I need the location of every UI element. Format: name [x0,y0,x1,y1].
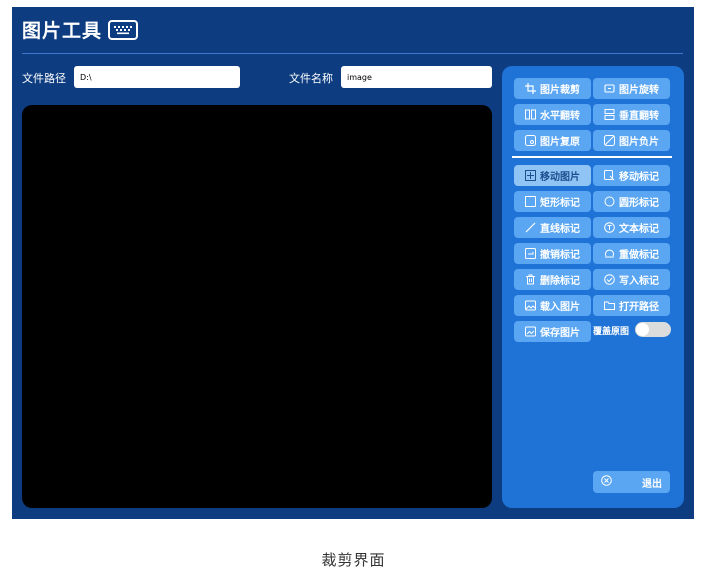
toggle-knob [636,323,649,336]
move-icon [525,170,536,181]
cursor-select-icon [604,170,615,181]
save-image-button[interactable]: 保存图片 [514,321,591,342]
tool-panel: 图片裁剪 图片旋转 水平翻转 垂直翻转 图片复原 图片负片 移动图片 移动标记 … [502,66,684,508]
panel-separator [512,156,672,158]
text-mark-label: 文本标记 [619,224,659,235]
flip-horizontal-label: 水平翻转 [540,111,580,122]
keyboard-icon [108,19,139,40]
name-label: 文件名称 [289,72,333,85]
circle-mark-button[interactable]: 圆形标记 [593,191,670,212]
undo-mark-label: 撤销标记 [540,250,580,261]
rect-mark-button[interactable]: 矩形标记 [514,191,591,212]
load-image-label: 载入图片 [540,302,580,313]
line-mark-label: 直线标记 [540,224,580,235]
undo-icon [525,248,536,259]
move-image-label: 移动图片 [540,172,580,183]
rectangle-icon [525,196,536,207]
app-title: 图片工具 [22,16,139,43]
flip-horizontal-button[interactable]: 水平翻转 [514,104,591,125]
trash-icon [525,274,536,285]
save-image-icon [525,326,536,337]
overwrite-toggle[interactable] [635,322,671,337]
negative-icon [604,135,615,146]
flip-vertical-button[interactable]: 垂直翻转 [593,104,670,125]
move-mark-button[interactable]: 移动标记 [593,165,670,186]
crop-icon [525,83,536,94]
path-input[interactable] [74,66,240,88]
app-title-text: 图片工具 [22,20,103,42]
name-input[interactable] [341,66,492,88]
circle-icon [604,196,615,207]
rotate-label: 图片旋转 [619,85,659,96]
rotate-icon [604,83,615,94]
image-canvas[interactable] [22,105,492,508]
figure-caption: 裁剪界面 [321,551,386,569]
redo-mark-label: 重做标记 [619,250,659,261]
rect-mark-label: 矩形标记 [540,198,580,209]
exit-button[interactable]: 退出 [593,471,670,493]
app-window: 图片工具 文件路径 文件名称 图片裁剪 图片旋转 水平翻转 [12,7,694,519]
save-image-label: 保存图片 [540,328,580,339]
check-circle-icon [604,274,615,285]
folder-icon [604,300,615,311]
delete-mark-label: 删除标记 [540,276,580,287]
crop-label: 图片裁剪 [540,85,580,96]
close-circle-icon [601,475,612,489]
text-icon [604,222,615,233]
flip-vertical-label: 垂直翻转 [619,111,659,122]
redo-mark-button[interactable]: 重做标记 [593,243,670,264]
restore-label: 图片复原 [540,137,580,148]
text-mark-button[interactable]: 文本标记 [593,217,670,238]
line-mark-button[interactable]: 直线标记 [514,217,591,238]
open-path-button[interactable]: 打开路径 [593,295,670,316]
open-path-label: 打开路径 [619,302,659,313]
undo-mark-button[interactable]: 撤销标记 [514,243,591,264]
flip-horizontal-icon [525,109,536,120]
move-image-button[interactable]: 移动图片 [514,165,591,186]
restore-button[interactable]: 图片复原 [514,130,591,151]
negative-button[interactable]: 图片负片 [593,130,670,151]
redo-icon [604,248,615,259]
restore-icon [525,135,536,146]
image-icon [525,300,536,311]
write-mark-button[interactable]: 写入标记 [593,269,670,290]
circle-mark-label: 圆形标记 [619,198,659,209]
move-mark-label: 移动标记 [619,172,659,183]
delete-mark-button[interactable]: 删除标记 [514,269,591,290]
write-mark-label: 写入标记 [619,276,659,287]
rotate-button[interactable]: 图片旋转 [593,78,670,99]
line-icon [525,222,536,233]
overwrite-label: 覆盖原图 [593,327,630,337]
header-divider [22,53,683,54]
crop-button[interactable]: 图片裁剪 [514,78,591,99]
exit-label: 退出 [642,478,662,490]
load-image-button[interactable]: 载入图片 [514,295,591,316]
flip-vertical-icon [604,109,615,120]
negative-label: 图片负片 [619,137,659,148]
path-label: 文件路径 [22,72,66,85]
